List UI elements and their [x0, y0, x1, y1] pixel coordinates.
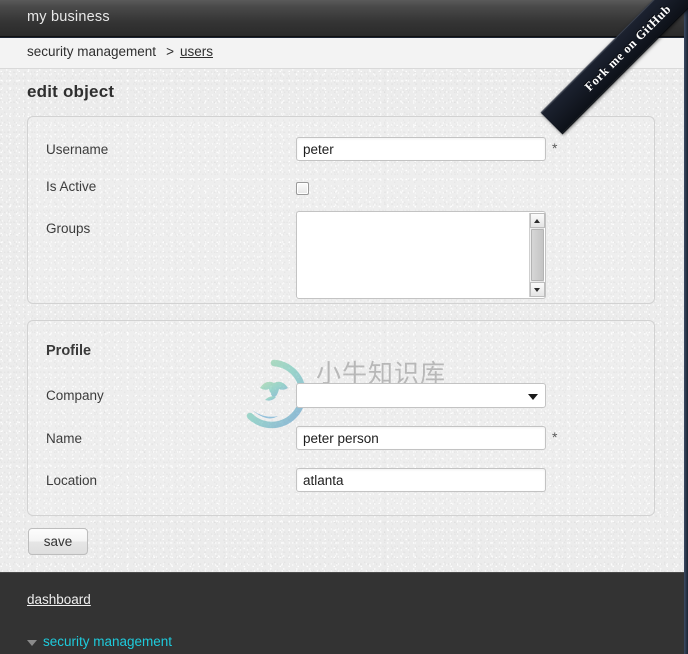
username-input[interactable]: [296, 137, 546, 161]
scroll-up-icon[interactable]: [530, 213, 545, 228]
location-control: [296, 468, 546, 492]
breadcrumb-link-users[interactable]: users: [180, 44, 213, 59]
main-content: edit object 小牛知识库 XIAO NIU Z: [0, 69, 684, 572]
right-edge-strip: [684, 0, 688, 654]
is-active-control: [296, 182, 309, 195]
profile-legend: Profile: [46, 343, 92, 359]
company-select[interactable]: [296, 383, 546, 408]
scrollbar-thumb[interactable]: [531, 229, 544, 281]
name-control: [296, 426, 546, 450]
company-control: [296, 383, 546, 408]
breadcrumb-bar: security management > users: [0, 38, 684, 69]
page-root: my business security management > users ed…: [0, 0, 688, 654]
label-is-active: Is Active: [46, 179, 97, 194]
breadcrumb-separator: >: [166, 44, 174, 59]
fieldset-profile: Profile Company Name * Location: [27, 320, 655, 516]
location-input[interactable]: [296, 468, 546, 492]
groups-control: [296, 211, 546, 299]
label-location: Location: [46, 473, 98, 488]
is-active-checkbox[interactable]: [296, 182, 309, 195]
username-control: [296, 137, 546, 161]
label-company: Company: [46, 388, 104, 403]
label-name: Name: [46, 431, 83, 446]
groups-scrollbar[interactable]: [529, 213, 545, 297]
top-header-bar: my business: [0, 0, 684, 37]
footer-link-security-management[interactable]: security management: [43, 634, 172, 649]
label-username: Username: [46, 142, 109, 157]
page-title: edit object: [27, 82, 115, 101]
triangle-down-icon: [27, 640, 37, 646]
name-input[interactable]: [296, 426, 546, 450]
chevron-down-icon: [528, 394, 538, 400]
breadcrumb: security management > users: [27, 44, 213, 59]
name-required-marker: *: [552, 429, 558, 445]
save-button[interactable]: save: [28, 528, 88, 555]
username-required-marker: *: [552, 140, 558, 156]
breadcrumb-root: security management: [27, 44, 157, 59]
scroll-down-icon[interactable]: [530, 282, 545, 297]
footer-link-dashboard[interactable]: dashboard: [27, 592, 91, 607]
label-groups: Groups: [46, 221, 91, 236]
brand-title: my business: [27, 9, 110, 25]
groups-listbox[interactable]: [296, 211, 546, 299]
footer-nav: dashboard security management: [0, 572, 684, 654]
fieldset-main: Username * Is Active Groups: [27, 116, 655, 304]
